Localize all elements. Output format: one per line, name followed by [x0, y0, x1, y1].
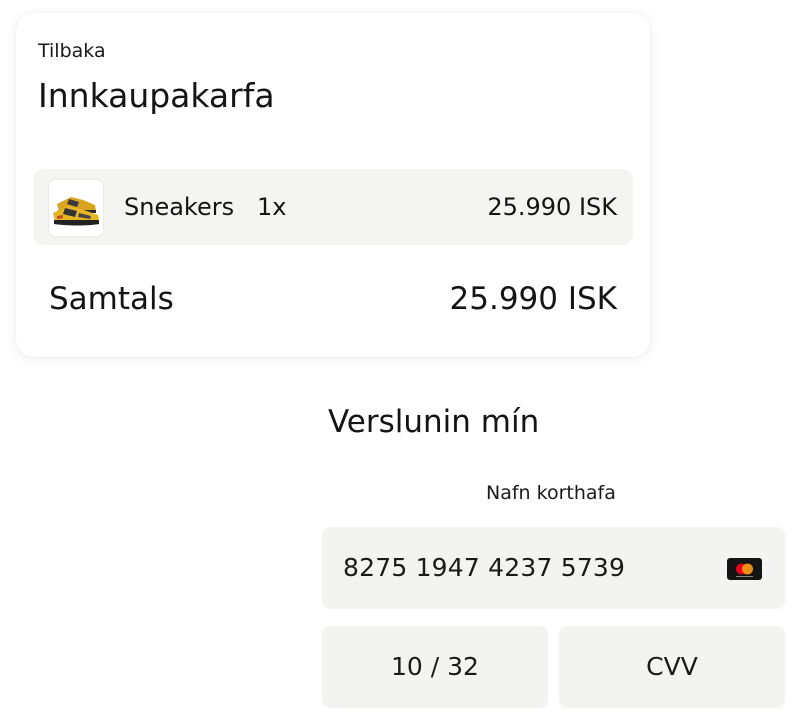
mastercard-icon: [727, 558, 762, 580]
back-link[interactable]: Tilbaka: [38, 40, 106, 62]
item-quantity: 1x: [257, 193, 287, 221]
checkout-page: Tilbaka Innkaupakarfa Sneakers 1x 25.990…: [0, 0, 803, 726]
card-number-field[interactable]: 8275 1947 4237 5739: [322, 527, 785, 609]
cart-item-row: Sneakers 1x 25.990 ISK: [33, 169, 633, 245]
total-label: Samtals: [49, 281, 174, 317]
sneaker-product-image: [49, 180, 103, 236]
sneaker-icon: [53, 197, 99, 226]
cart-card: Tilbaka Innkaupakarfa Sneakers 1x 25.990…: [16, 13, 650, 357]
total-value: 25.990 ISK: [449, 281, 617, 317]
cvv-field[interactable]: CVV: [559, 626, 785, 708]
shop-title: Verslunin mín: [328, 404, 540, 440]
expiry-field[interactable]: 10 / 32: [322, 626, 548, 708]
item-name: Sneakers: [124, 193, 235, 221]
card-holder-label: Nafn korthafa: [486, 482, 616, 504]
card-number-value: 8275 1947 4237 5739: [343, 553, 626, 582]
item-price: 25.990 ISK: [487, 193, 617, 221]
cart-title: Innkaupakarfa: [38, 76, 275, 115]
